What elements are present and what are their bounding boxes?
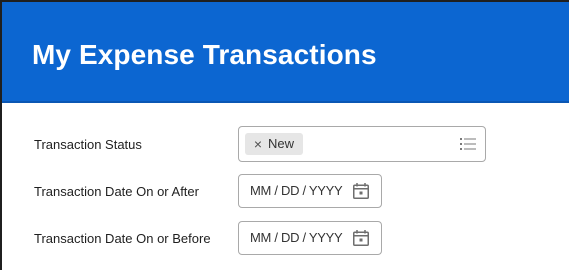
date-after-placeholder: MM / DD / YYYY	[250, 183, 343, 198]
list-icon[interactable]	[459, 136, 477, 152]
status-pill-label: New	[268, 136, 295, 151]
date-before-placeholder: MM / DD / YYYY	[250, 230, 343, 245]
date-before-input[interactable]: MM / DD / YYYY	[238, 221, 382, 255]
page-header: My Expense Transactions	[2, 2, 569, 103]
transaction-status-label: Transaction Status	[34, 137, 142, 152]
date-before-label: Transaction Date On or Before	[34, 231, 211, 246]
date-after-input[interactable]: MM / DD / YYYY	[238, 174, 382, 208]
status-pill-new: × New	[245, 133, 303, 155]
calendar-icon[interactable]	[352, 182, 370, 200]
date-after-label: Transaction Date On or After	[34, 184, 199, 199]
transaction-status-input[interactable]: × New	[238, 126, 486, 162]
close-icon[interactable]: ×	[252, 136, 264, 152]
calendar-icon[interactable]	[352, 229, 370, 247]
page-title: My Expense Transactions	[32, 39, 377, 70]
page-frame: My Expense Transactions Transaction Stat…	[0, 0, 569, 270]
